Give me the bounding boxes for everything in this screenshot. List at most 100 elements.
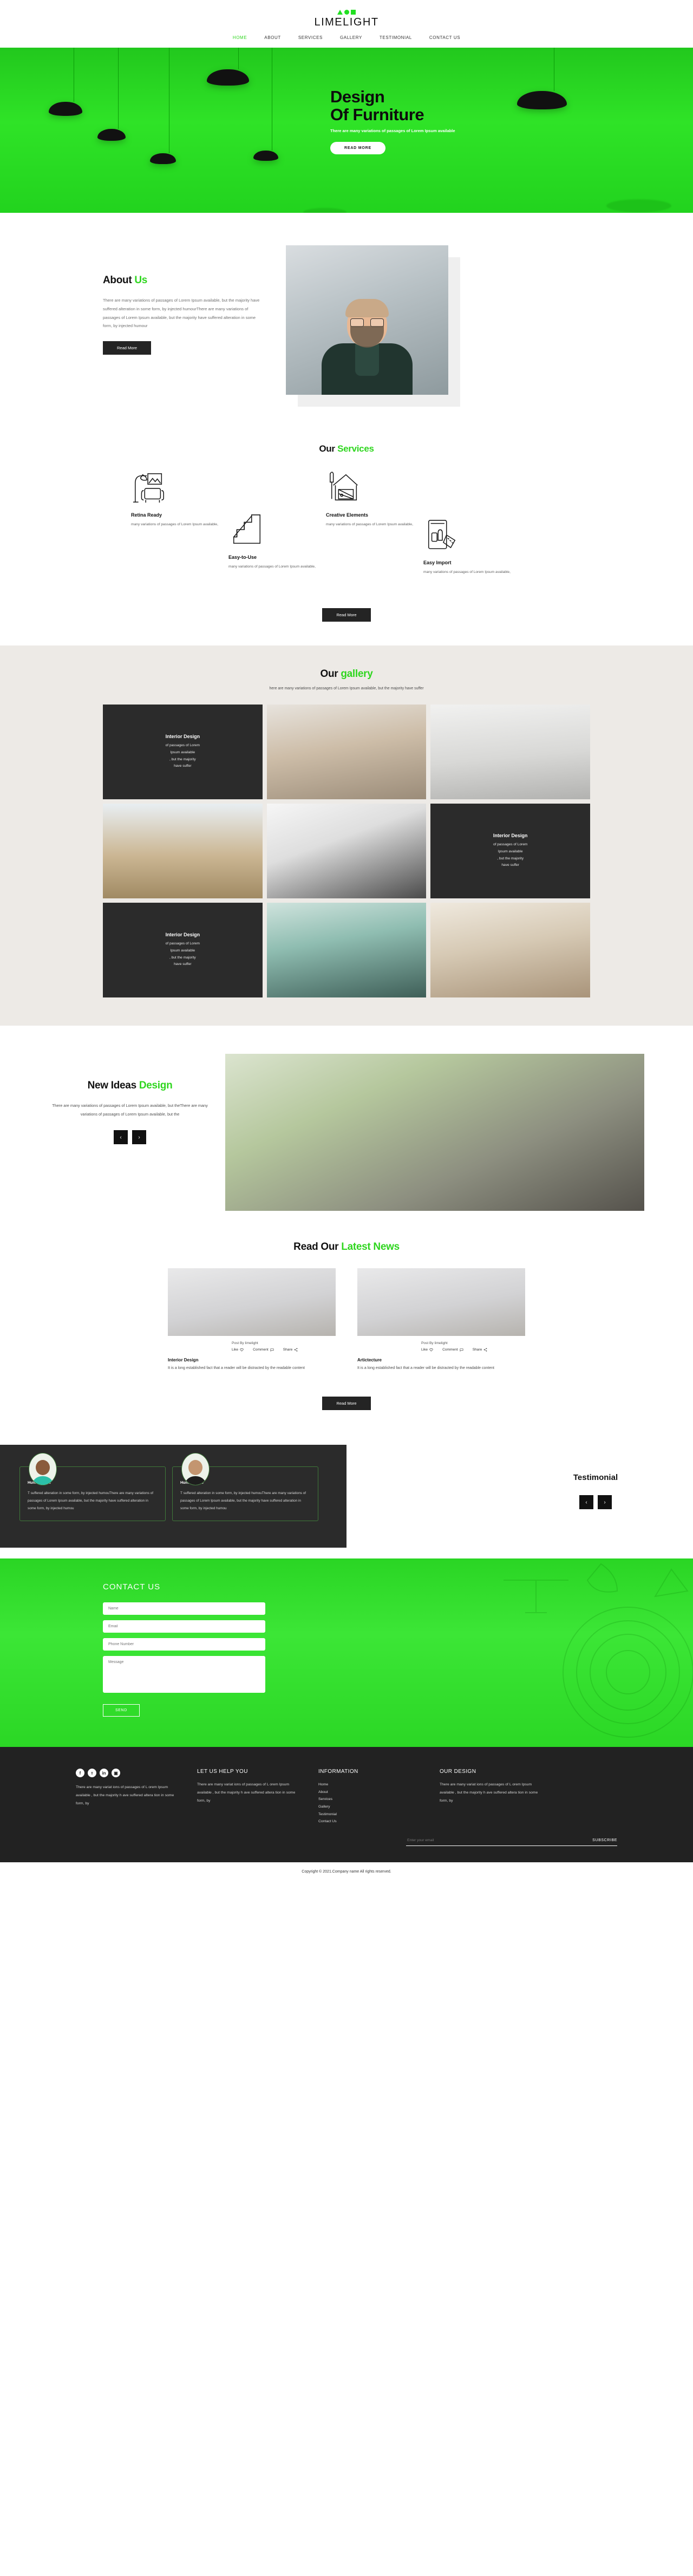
linkedin-icon[interactable]: in xyxy=(100,1769,108,1778)
footer-link-testimonial[interactable]: Testimonial xyxy=(318,1811,421,1818)
like-action[interactable]: Like xyxy=(232,1348,244,1352)
decorative-disc xyxy=(606,199,671,212)
share-action[interactable]: Share xyxy=(283,1348,298,1352)
testimonial-quote: T suffered alteration in some form, by i… xyxy=(180,1491,306,1511)
gallery-card[interactable]: Interior Design of passages of Lorem Ips… xyxy=(103,705,263,799)
instagram-icon[interactable]: ▣ xyxy=(112,1769,120,1778)
service-title: Creative Elements xyxy=(326,512,369,518)
services-title-main: Our xyxy=(319,444,338,454)
facebook-icon[interactable]: f xyxy=(76,1769,84,1778)
services-read-more-button[interactable]: Read More xyxy=(322,608,371,622)
nav-item-contact-us[interactable]: CONTACT US xyxy=(429,35,460,40)
gallery-photo-dining-table-white-room[interactable] xyxy=(430,705,590,799)
subscribe-row: SUBSCRIBE xyxy=(406,1835,617,1846)
new-ideas-title: New Ideas Design xyxy=(49,1080,211,1092)
comment-action[interactable]: Comment xyxy=(442,1348,463,1352)
gallery-card-text: of passages of Lorem Ipsum available , b… xyxy=(165,941,200,967)
triangle-icon xyxy=(337,10,343,15)
main-nav: HOME ABOUT SERVICES GALLERY TESTIMONIAL … xyxy=(0,35,693,40)
contact-heading: CONTACT US xyxy=(103,1582,161,1592)
nav-item-home[interactable]: HOME xyxy=(233,35,247,40)
brand-name[interactable]: LIMELIGHT xyxy=(0,16,693,29)
avatar xyxy=(29,1453,57,1486)
carousel-next-button[interactable]: › xyxy=(132,1130,146,1145)
comment-action[interactable]: Comment xyxy=(253,1348,274,1352)
new-ideas-photo xyxy=(225,1054,644,1211)
news-card[interactable]: Post By limelight Like Comment Share Int… xyxy=(168,1268,336,1372)
service-desc: many variations of passages of Lorem Ips… xyxy=(228,565,316,569)
testimonial-card[interactable]: HumouThere T suffered alteration in some… xyxy=(172,1453,318,1521)
gallery-card[interactable]: Interior Design of passages of Lorem Ips… xyxy=(430,804,590,898)
new-ideas-carousel-controls: ‹ › xyxy=(49,1130,211,1145)
footer-link-services[interactable]: Services xyxy=(318,1796,421,1803)
phone-field[interactable] xyxy=(103,1638,265,1651)
news-read-more-button[interactable]: Read More xyxy=(322,1397,371,1411)
gallery-card[interactable]: Interior Design of passages of Lorem Ips… xyxy=(103,903,263,997)
hero-read-more-button[interactable]: READ MORE xyxy=(330,142,385,155)
about-photo-wrap xyxy=(286,245,460,408)
gallery-photo-dining-room-chandelier[interactable] xyxy=(266,705,427,799)
about-title-main: About xyxy=(103,275,135,286)
service-desc: many variations of passages of Lorem Ips… xyxy=(423,570,511,574)
news-title-main: Read Our xyxy=(293,1241,342,1253)
page-root: LIMELIGHT HOME ABOUT SERVICES GALLERY TE… xyxy=(0,0,693,1881)
service-card-retina-ready[interactable]: Retina Ready many variations of passages… xyxy=(131,469,234,529)
comment-icon xyxy=(270,1348,274,1352)
send-button[interactable]: SEND xyxy=(103,1704,140,1717)
testimonial-next-button[interactable]: › xyxy=(598,1495,612,1510)
nav-item-services[interactable]: SERVICES xyxy=(298,35,323,40)
testimonial-panel: HumouThere T suffered alteration in some… xyxy=(0,1445,346,1548)
testimonial-card[interactable]: HumouThere T suffered alteration in some… xyxy=(19,1453,166,1521)
logo-mark[interactable] xyxy=(0,10,693,15)
new-ideas-section: New Ideas Design There are many variatio… xyxy=(0,1026,693,1236)
subscribe-button[interactable]: SUBSCRIBE xyxy=(592,1838,617,1842)
gallery-photo-wooden-staircase[interactable] xyxy=(103,804,263,898)
site-footer: f ᴛ in ▣ There are many variat ions of p… xyxy=(0,1747,693,1862)
footer-link-contact-us[interactable]: Contact Us xyxy=(318,1818,421,1825)
service-card-creative-elements[interactable]: Creative Elements many variations of pas… xyxy=(326,469,429,529)
gallery-photo-white-kitchen[interactable] xyxy=(266,804,427,898)
service-card-easy-to-use[interactable]: Easy-to-Use many variations of passages … xyxy=(228,512,331,571)
contact-section: CONTACT US SEND xyxy=(0,1558,693,1747)
nav-item-testimonial[interactable]: TESTIMONIAL xyxy=(380,35,412,40)
new-ideas-title-accent: Design xyxy=(139,1080,173,1091)
new-ideas-copy: New Ideas Design There are many variatio… xyxy=(49,1054,211,1145)
footer-link-about[interactable]: About xyxy=(318,1789,421,1796)
message-field[interactable] xyxy=(103,1656,265,1693)
hero-section: Design Of Furniture There are many varia… xyxy=(0,48,693,213)
carousel-prev-button[interactable]: ‹ xyxy=(114,1130,128,1145)
nav-item-about[interactable]: ABOUT xyxy=(264,35,281,40)
portrait-hair xyxy=(345,298,389,317)
gallery-card-title: Interior Design xyxy=(165,931,200,937)
gallery-photo-bright-living-room[interactable] xyxy=(430,903,590,997)
like-action[interactable]: Like xyxy=(421,1348,433,1352)
hero-title-line2: Of Furniture xyxy=(330,105,424,124)
service-card-easy-import[interactable]: Easy Import many variations of passages … xyxy=(423,517,526,576)
testimonial-heading-block: Testimonial ‹ › xyxy=(531,1473,661,1510)
about-section: About Us There are many variations of pa… xyxy=(0,213,693,440)
subscribe-email-input[interactable] xyxy=(406,1835,593,1845)
about-body: There are many variations of passages of… xyxy=(103,298,260,329)
footer-information-column: INFORMATION Home About Services Gallery … xyxy=(318,1769,421,1825)
hero-title-line1: Design xyxy=(330,87,385,106)
nav-item-gallery[interactable]: GALLERY xyxy=(340,35,362,40)
new-ideas-title-main: New Ideas xyxy=(87,1080,139,1091)
footer-help-text: There are many variat ions of passages o… xyxy=(197,1783,296,1803)
gallery-card-text: of passages of Lorem Ipsum available , b… xyxy=(493,842,528,868)
testimonial-prev-button[interactable]: ‹ xyxy=(579,1495,593,1510)
testimonial-carousel-controls: ‹ › xyxy=(531,1495,661,1510)
share-action[interactable]: Share xyxy=(473,1348,488,1352)
about-read-more-button[interactable]: Read More xyxy=(103,341,152,355)
services-title: Our Services xyxy=(103,444,590,454)
share-icon xyxy=(294,1348,298,1352)
sofa-ruler-icon xyxy=(428,520,456,550)
new-ideas-body: There are many variations of passages of… xyxy=(52,1103,208,1117)
gallery-photo-green-palm-wallpaper[interactable] xyxy=(266,903,427,997)
footer-link-gallery[interactable]: Gallery xyxy=(318,1803,421,1811)
services-title-accent: Services xyxy=(337,444,374,454)
twitter-icon[interactable]: ᴛ xyxy=(88,1769,96,1778)
email-field[interactable] xyxy=(103,1620,265,1633)
footer-link-home[interactable]: Home xyxy=(318,1781,421,1789)
name-field[interactable] xyxy=(103,1602,265,1615)
news-card[interactable]: Post By limelight Like Comment Share Art… xyxy=(357,1268,525,1372)
